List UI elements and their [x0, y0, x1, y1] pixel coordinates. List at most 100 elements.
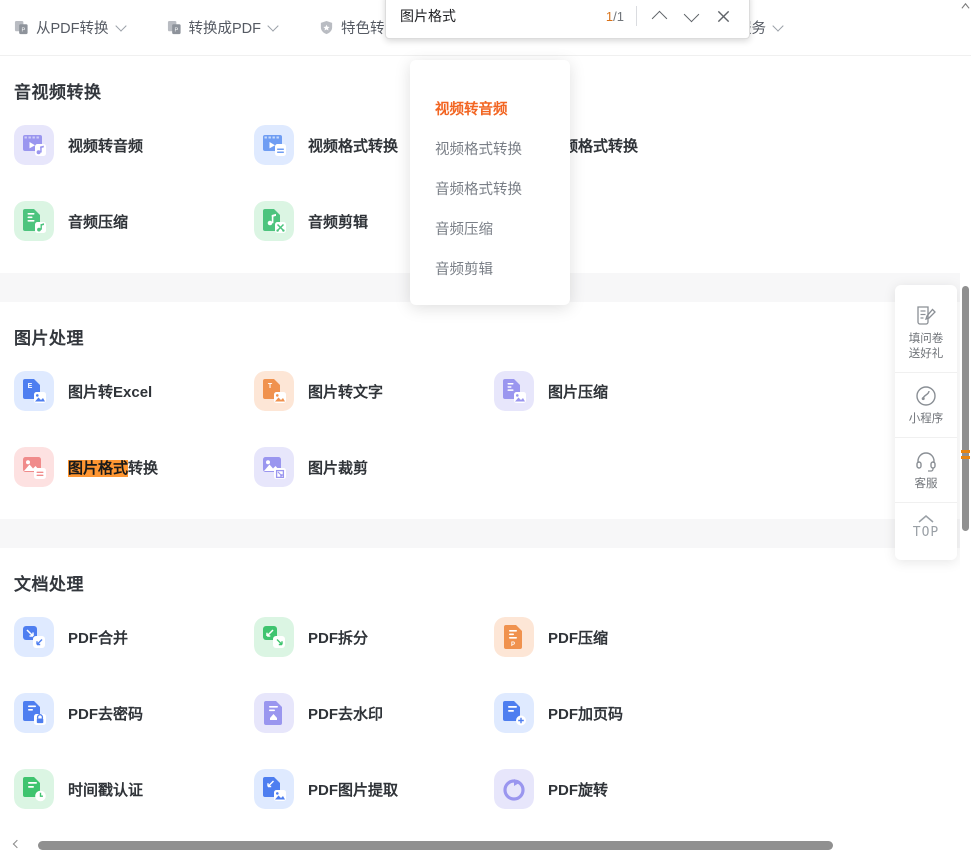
tool-image-to-text[interactable]: T 图片转文字 — [254, 353, 494, 429]
tool-image-format-convert[interactable]: 图片格式转换 — [14, 429, 254, 505]
chevron-down-icon — [683, 6, 699, 22]
pdf-compress-icon: P — [494, 617, 534, 657]
tool-audio-compress[interactable]: 音频压缩 — [14, 183, 254, 259]
tool-label: PDF合并 — [68, 629, 129, 647]
menu-item-audio-format-convert[interactable]: 音频格式转换 — [410, 170, 570, 210]
tool-pdf-add-page-number[interactable]: PDF加页码 — [494, 675, 734, 751]
miniprogram-icon — [916, 386, 936, 406]
svg-text:T: T — [268, 383, 273, 390]
svg-text:P: P — [511, 642, 515, 648]
rail-item-miniprogram[interactable]: 小程序 — [895, 373, 957, 438]
tool-pdf-add-watermark[interactable]: PDF加水印 — [14, 827, 254, 837]
tool-pdf-remove-watermark[interactable]: PDF去水印 — [254, 675, 494, 751]
scrollbar-search-match-marker — [961, 456, 970, 459]
tool-pdf-delete-page[interactable]: PDF删除页面 — [494, 827, 734, 837]
tool-label: PDF旋转 — [548, 781, 609, 799]
tool-label: PDF图片提取 — [308, 781, 399, 799]
svg-text:P: P — [174, 27, 178, 33]
tool-grid: E 图片转Excel T 图片转文字 图片压缩 图片格式转换 图片裁剪 — [14, 353, 960, 505]
survey-edit-icon — [917, 306, 936, 325]
menu-item-video-format-convert[interactable]: 视频格式转换 — [410, 130, 570, 170]
find-total-count: 1 — [616, 8, 624, 24]
tool-label: 图片裁剪 — [308, 459, 369, 477]
image-format-icon — [14, 447, 54, 487]
tool-label: 视频转音频 — [68, 137, 144, 155]
image-to-text-icon: T — [254, 371, 294, 411]
tool-grid: PDF合并 PDF拆分 P PDF压缩 PDF去密码 PDF去水印 PDF加页码… — [14, 599, 960, 837]
tool-video-to-audio[interactable]: 视频转音频 — [14, 107, 254, 183]
search-highlight: 图片格式 — [68, 459, 129, 477]
find-close-button[interactable] — [707, 0, 739, 32]
tool-label: 音频剪辑 — [308, 213, 369, 231]
tool-label: 时间戳认证 — [68, 781, 144, 799]
tool-pdf-compress[interactable]: P PDF压缩 — [494, 599, 734, 675]
tool-image-compress[interactable]: 图片压缩 — [494, 353, 734, 429]
tool-label: 视频格式转换 — [308, 137, 399, 155]
rail-item-back-to-top[interactable]: TOP — [895, 503, 957, 550]
tool-label: PDF拆分 — [308, 629, 369, 647]
rail-item-label: 客服 — [914, 478, 938, 490]
tool-label: 音频压缩 — [68, 213, 129, 231]
tool-pdf-split[interactable]: PDF拆分 — [254, 599, 494, 675]
chevron-down-icon — [114, 20, 127, 32]
tool-pdf-rotate[interactable]: PDF旋转 — [494, 751, 734, 827]
find-bar: 1/1 — [385, 0, 750, 39]
image-to-excel-icon: E — [14, 371, 54, 411]
vertical-scrollbar-thumb[interactable] — [962, 286, 969, 531]
scroll-up-arrow-icon[interactable] — [961, 2, 970, 11]
horizontal-scrollbar-thumb[interactable] — [38, 841, 833, 850]
find-previous-button[interactable] — [643, 0, 675, 32]
nav-item-label: 从PDF转换 — [36, 21, 109, 37]
timestamp-icon — [14, 769, 54, 809]
rail-label-line2: 送好礼 — [908, 348, 944, 360]
back-to-top-icon — [918, 515, 934, 523]
video-to-audio-icon — [14, 125, 54, 165]
pdf-split-icon — [254, 617, 294, 657]
section-image: 图片处理 E 图片转Excel T 图片转文字 图片压缩 图片格式转换 图片裁剪 — [0, 302, 960, 505]
nav-dropdown-menu: 视频转音频 视频格式转换 音频格式转换 音频压缩 音频剪辑 — [410, 60, 570, 305]
pdf-merge-icon — [14, 617, 54, 657]
pdf-convert-from-icon: P — [14, 20, 28, 35]
find-next-button[interactable] — [675, 0, 707, 32]
scroll-left-arrow-icon[interactable] — [12, 839, 23, 850]
image-crop-icon — [254, 447, 294, 487]
tool-label: PDF压缩 — [548, 629, 609, 647]
scrollbar-search-match-marker — [961, 450, 970, 453]
rail-item-label: 填问卷 送好礼 — [909, 332, 944, 362]
tool-label: PDF加页码 — [548, 705, 624, 723]
menu-item-audio-cut[interactable]: 音频剪辑 — [410, 250, 570, 290]
vertical-scrollbar[interactable] — [960, 56, 971, 837]
nav-item-label: 转换成PDF — [188, 21, 262, 37]
image-compress-icon — [494, 371, 534, 411]
tool-label-rest: 转换 — [128, 459, 159, 477]
horizontal-scrollbar[interactable] — [0, 837, 971, 853]
app-window: P 从PDF转换 P 转换成PDF 特色转换 处理 — [0, 0, 971, 853]
section-document: 文档处理 PDF合并 PDF拆分 P PDF压缩 PDF去密码 PDF去水印 P… — [0, 548, 960, 837]
find-input[interactable] — [400, 8, 606, 24]
find-match-count: 1/1 — [606, 9, 624, 24]
nav-item-convert-to-pdf[interactable]: P 转换成PDF — [167, 17, 279, 38]
pdf-page-number-icon — [494, 693, 534, 733]
headset-icon — [916, 452, 936, 472]
tool-pdf-encrypt[interactable]: PDF加密 — [254, 827, 494, 837]
pdf-unlock-icon — [14, 693, 54, 733]
nav-item-convert-from-pdf[interactable]: P 从PDF转换 — [14, 17, 127, 38]
tool-pdf-extract-image[interactable]: PDF图片提取 — [254, 751, 494, 827]
rail-item-customer-service[interactable]: 客服 — [895, 438, 957, 503]
chevron-down-icon — [772, 20, 784, 32]
rail-item-label: TOP — [912, 525, 940, 540]
section-title: 图片处理 — [14, 329, 84, 348]
svg-text:P: P — [22, 27, 26, 33]
tool-timestamp-certify[interactable]: 时间戳认证 — [14, 751, 254, 827]
tool-pdf-remove-password[interactable]: PDF去密码 — [14, 675, 254, 751]
rail-label-line1: 填问卷 — [908, 333, 944, 345]
pdf-rotate-icon — [494, 769, 534, 809]
tool-pdf-merge[interactable]: PDF合并 — [14, 599, 254, 675]
tool-image-crop[interactable]: 图片裁剪 — [254, 429, 494, 505]
menu-item-audio-compress[interactable]: 音频压缩 — [410, 210, 570, 250]
audio-compress-icon — [14, 201, 54, 241]
tool-image-to-excel[interactable]: E 图片转Excel — [14, 353, 254, 429]
rail-item-survey[interactable]: 填问卷 送好礼 — [895, 293, 957, 373]
svg-text:E: E — [28, 383, 33, 390]
menu-item-video-to-audio[interactable]: 视频转音频 — [410, 90, 570, 130]
